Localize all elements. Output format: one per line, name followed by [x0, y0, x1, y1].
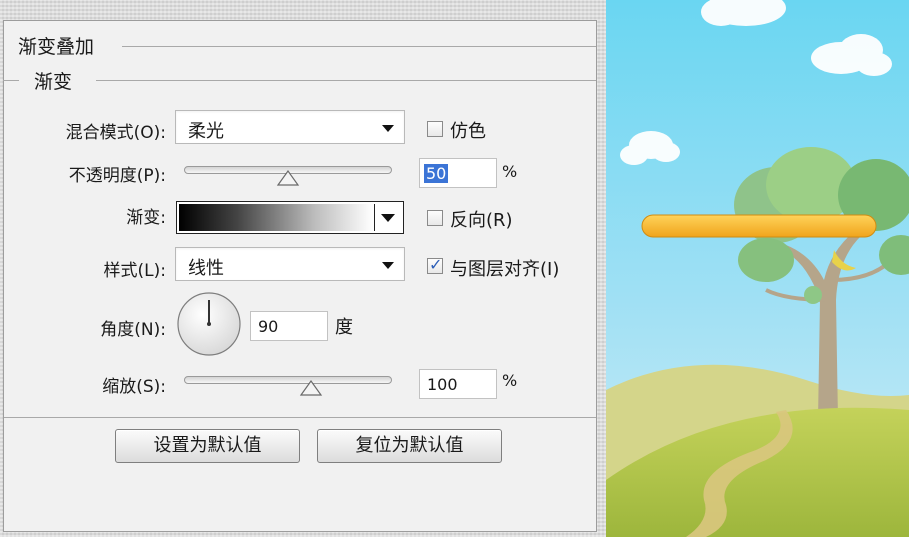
- angle-label: 角度(N):: [100, 320, 166, 340]
- blend-mode-label: 混合模式(O):: [65, 123, 166, 143]
- angle-dial-icon[interactable]: [176, 291, 242, 357]
- scale-label: 缩放(S):: [102, 377, 166, 397]
- opacity-label: 不透明度(P):: [68, 166, 166, 186]
- dropdown-arrow-icon: [382, 125, 394, 132]
- reverse-label[interactable]: 反向(R): [450, 206, 513, 232]
- style-label: 样式(L):: [103, 261, 166, 281]
- blend-mode-value: 柔光: [188, 121, 224, 142]
- scale-slider-track[interactable]: [184, 376, 392, 384]
- preview-illustration: [606, 0, 909, 537]
- dropdown-arrow-icon: [382, 262, 394, 269]
- layer-style-panel: 渐变叠加 渐变 混合模式(O): 柔光 仿色 不透明度(P): 50 % 渐变:…: [3, 20, 597, 532]
- gradient-label: 渐变:: [126, 208, 166, 228]
- align-with-layer-checkbox[interactable]: ✓: [427, 255, 443, 274]
- dither-checkbox[interactable]: [427, 121, 443, 137]
- gradient-picker[interactable]: [176, 201, 404, 234]
- gradient-dropdown-button[interactable]: [374, 204, 401, 231]
- opacity-unit: %: [502, 162, 518, 181]
- blend-mode-select[interactable]: 柔光: [175, 110, 405, 144]
- group-divider-right: [96, 80, 596, 81]
- dropdown-arrow-icon: [381, 214, 395, 222]
- angle-value: 90: [258, 317, 279, 336]
- style-select[interactable]: 线性: [175, 247, 405, 281]
- make-default-button[interactable]: 设置为默认值: [115, 429, 300, 463]
- section-title-divider: [122, 46, 596, 47]
- scale-value: 100: [427, 375, 458, 394]
- angle-input[interactable]: 90: [250, 311, 328, 341]
- align-with-layer-label[interactable]: 与图层对齐(I): [450, 255, 559, 281]
- reverse-checkbox[interactable]: [427, 210, 443, 226]
- angle-unit: 度: [335, 317, 353, 338]
- opacity-value: 50: [424, 164, 449, 183]
- style-value: 线性: [188, 258, 224, 279]
- scale-unit: %: [502, 371, 518, 390]
- opacity-slider-thumb-icon[interactable]: [276, 169, 300, 187]
- dither-label[interactable]: 仿色: [450, 117, 486, 143]
- group-title: 渐变: [34, 71, 73, 93]
- scale-slider-thumb-icon[interactable]: [299, 379, 323, 397]
- section-title: 渐变叠加: [18, 36, 95, 58]
- buttons-divider: [4, 417, 596, 418]
- gradient-preview[interactable]: [179, 204, 373, 231]
- checkmark-icon: ✓: [429, 255, 443, 274]
- landscape-image: [606, 0, 909, 537]
- reset-default-button[interactable]: 复位为默认值: [317, 429, 502, 463]
- opacity-input[interactable]: 50: [419, 158, 497, 188]
- group-divider-left: [3, 80, 19, 81]
- scale-input[interactable]: 100: [419, 369, 497, 399]
